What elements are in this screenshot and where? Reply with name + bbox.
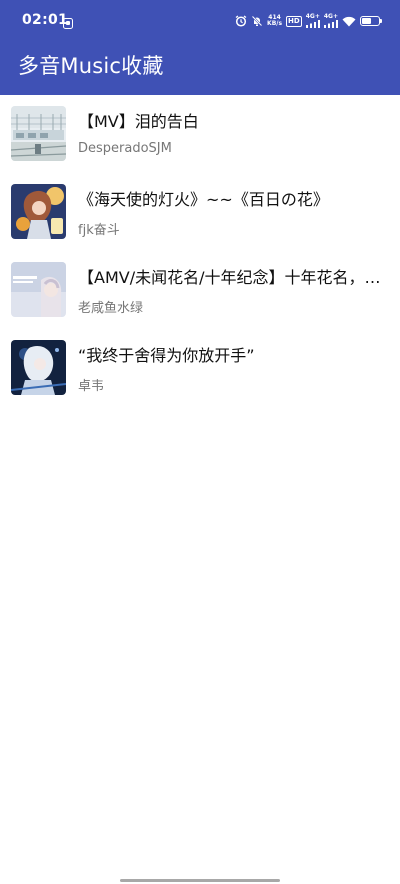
song-artist: 老咸鱼水绿 xyxy=(78,301,144,316)
network-speed-unit: KB/s xyxy=(267,20,283,27)
sim1-signal: 4G+ xyxy=(305,14,320,28)
song-cover-thumbnail xyxy=(11,340,66,395)
alarm-icon xyxy=(235,12,247,31)
sim2-signal: 4G+ xyxy=(323,14,338,28)
song-list-item[interactable]: 【MV】泪的告白 DesperadoSJM xyxy=(0,95,400,173)
app-header: 02:01 414 KB/s HD 4G+ 4G+ 多音Music收藏 xyxy=(0,0,400,95)
song-title: 【AMV/未闻花名/十年纪念】十年花名，一生难忘 xyxy=(78,268,388,287)
network-speed: 414 KB/s xyxy=(267,15,282,27)
notification-app-icon xyxy=(63,14,73,29)
song-list-item[interactable]: 【AMV/未闻花名/十年纪念】十年花名，一生难忘 老咸鱼水绿 xyxy=(0,251,400,329)
hd-badge: HD xyxy=(286,15,302,27)
status-time: 02:01 xyxy=(22,12,69,28)
song-cover-thumbnail xyxy=(11,262,66,317)
song-artist: fjk奋斗 xyxy=(78,223,120,238)
home-indicator-bar[interactable] xyxy=(120,879,280,882)
favorites-list: 【MV】泪的告白 DesperadoSJM 《海天使的灯火》~~《百日の花》 f… xyxy=(0,95,400,407)
song-cover-thumbnail xyxy=(11,184,66,239)
battery-tip xyxy=(380,19,382,23)
signal-bars-icon xyxy=(323,20,338,28)
signal-bars-icon xyxy=(305,20,320,28)
song-cover-thumbnail xyxy=(11,106,66,161)
song-title: 【MV】泪的告白 xyxy=(78,112,199,131)
song-list-item[interactable]: 《海天使的灯火》~~《百日の花》 fjk奋斗 xyxy=(0,173,400,251)
song-title: “我终于舍得为你放开手” xyxy=(78,346,255,365)
battery-icon xyxy=(360,16,382,26)
wifi-icon xyxy=(342,12,356,31)
mute-bell-icon xyxy=(251,12,263,31)
song-title: 《海天使的灯火》~~《百日の花》 xyxy=(78,190,329,209)
song-artist: DesperadoSJM xyxy=(78,141,172,156)
status-icons: 414 KB/s HD 4G+ 4G+ xyxy=(235,12,382,31)
song-artist: 卓韦 xyxy=(78,379,105,394)
status-bar: 02:01 414 KB/s HD 4G+ 4G+ xyxy=(0,0,400,40)
song-list-item[interactable]: “我终于舍得为你放开手” 卓韦 xyxy=(0,329,400,407)
page-title: 多音Music收藏 xyxy=(18,54,164,78)
battery-level-fill xyxy=(362,18,371,24)
